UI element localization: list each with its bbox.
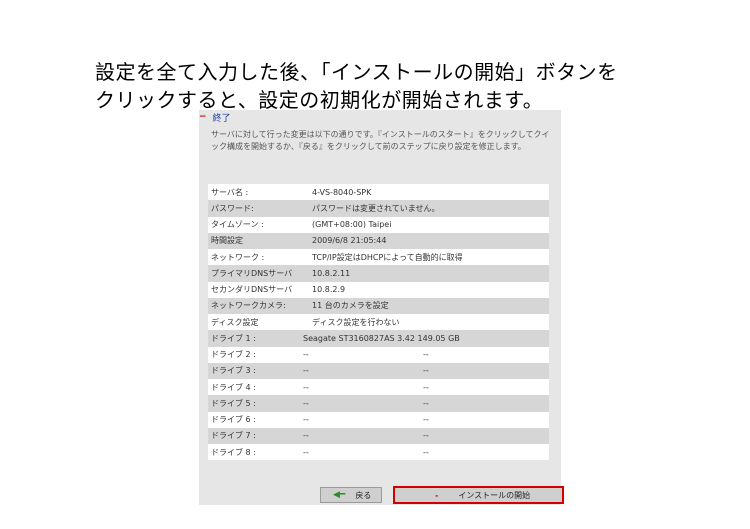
section-header[interactable]: − 終了 [199, 110, 231, 124]
drive-model: Seagate ST3160827AS 3.42 149.05 GB [303, 333, 460, 343]
drive-label: ドライブ 3 : [211, 366, 256, 376]
row-label: セカンダリDNSサーバ [211, 285, 293, 295]
table-row: ネットワークカメラ: 11 台のカメラを設定 [208, 297, 549, 314]
table-row: ディスク設定 ディスク設定を行わない [208, 314, 549, 331]
drive-size: -- [423, 398, 429, 408]
drive-model: -- [303, 382, 309, 392]
table-row: プライマリDNSサーバ 10.8.2.11 [208, 265, 549, 282]
drive-size: -- [423, 447, 429, 457]
arrow-left-icon: ◀━ [333, 490, 346, 500]
row-label: ディスク設定 [211, 317, 259, 327]
row-label: ネットワークカメラ: [211, 301, 286, 311]
drive-row: ドライブ 1 : Seagate ST3160827AS 3.42 149.05… [208, 330, 549, 347]
row-value: 10.8.2.9 [312, 285, 346, 295]
drive-row: ドライブ 2 : -- -- [208, 346, 549, 363]
drive-model: -- [303, 447, 309, 457]
row-label: サーバ名 : [211, 187, 249, 197]
table-row: パスワード: パスワードは変更されていません。 [208, 200, 549, 217]
row-value: 10.8.2.11 [312, 268, 351, 278]
drive-size: -- [423, 431, 429, 441]
row-label: ネットワーク : [211, 252, 265, 262]
drive-label: ドライブ 5 : [211, 398, 256, 408]
back-button[interactable]: ◀━ 戻る [320, 487, 382, 503]
install-summary-panel: − 終了 サーバに対して行った変更は以下の通りです。『インストールのスタート』を… [199, 110, 564, 505]
table-row: セカンダリDNSサーバ 10.8.2.9 [208, 281, 549, 298]
drive-row: ドライブ 8 : -- -- [208, 444, 549, 461]
drive-model: -- [303, 350, 309, 360]
row-label: タイムゾーン : [211, 220, 264, 230]
start-install-button[interactable]: - インストールの開始 [393, 486, 564, 504]
row-value: TCP/IP設定はDHCPによって自動的に取得 [312, 252, 463, 262]
drive-row: ドライブ 6 : -- -- [208, 411, 549, 428]
intro-text: サーバに対して行った変更は以下の通りです。『インストールのスタート』をクリックし… [211, 130, 550, 151]
row-label: パスワード: [211, 203, 254, 213]
back-button-label: 戻る [355, 490, 372, 500]
row-label: プライマリDNSサーバ [211, 268, 293, 278]
table-row: タイムゾーン : (GMT+08:00) Taipei [208, 216, 549, 233]
bullet-icon: - [435, 490, 439, 500]
drive-row: ドライブ 3 : -- -- [208, 362, 549, 379]
drive-label: ドライブ 6 : [211, 415, 256, 425]
table-row: ネットワーク : TCP/IP設定はDHCPによって自動的に取得 [208, 249, 549, 266]
drive-size: -- [423, 415, 429, 425]
table-row: サーバ名 : 4-VS-8040-SPK [208, 184, 549, 201]
drive-row: ドライブ 5 : -- -- [208, 395, 549, 412]
drive-row: ドライブ 7 : -- -- [208, 427, 549, 444]
table-row: 時間設定 2009/6/8 21:05:44 [208, 232, 549, 249]
drive-size: -- [423, 350, 429, 360]
row-value: 4-VS-8040-SPK [312, 187, 372, 197]
drive-label: ドライブ 8 : [211, 447, 256, 457]
row-value: ディスク設定を行わない [312, 317, 400, 327]
section-title: 終了 [212, 113, 231, 124]
row-value: パスワードは変更されていません。 [312, 203, 440, 213]
drive-model: -- [303, 431, 309, 441]
caption-line-1: 設定を全て入力した後、「インストールの開始」ボタンを [95, 60, 618, 84]
row-value: 2009/6/8 21:05:44 [312, 236, 387, 246]
collapse-icon[interactable]: − [199, 112, 207, 122]
drive-row: ドライブ 4 : -- -- [208, 379, 549, 396]
drive-label: ドライブ 4 : [211, 382, 256, 392]
drive-label: ドライブ 1 : [211, 333, 256, 343]
drive-size: -- [423, 382, 429, 392]
row-label: 時間設定 [211, 236, 243, 246]
instruction-caption: 設定を全て入力した後、「インストールの開始」ボタンを クリックすると、設定の初期… [95, 58, 715, 114]
drive-size: -- [423, 366, 429, 376]
drive-model: -- [303, 415, 309, 425]
drive-model: -- [303, 398, 309, 408]
drive-label: ドライブ 2 : [211, 350, 256, 360]
row-value: 11 台のカメラを設定 [312, 301, 389, 311]
summary-table: サーバ名 : 4-VS-8040-SPK パスワード: パスワードは変更されてい… [208, 184, 549, 461]
drive-label: ドライブ 7 : [211, 431, 256, 441]
row-value: (GMT+08:00) Taipei [312, 220, 392, 230]
start-install-label: インストールの開始 [458, 490, 531, 500]
drive-model: -- [303, 366, 309, 376]
